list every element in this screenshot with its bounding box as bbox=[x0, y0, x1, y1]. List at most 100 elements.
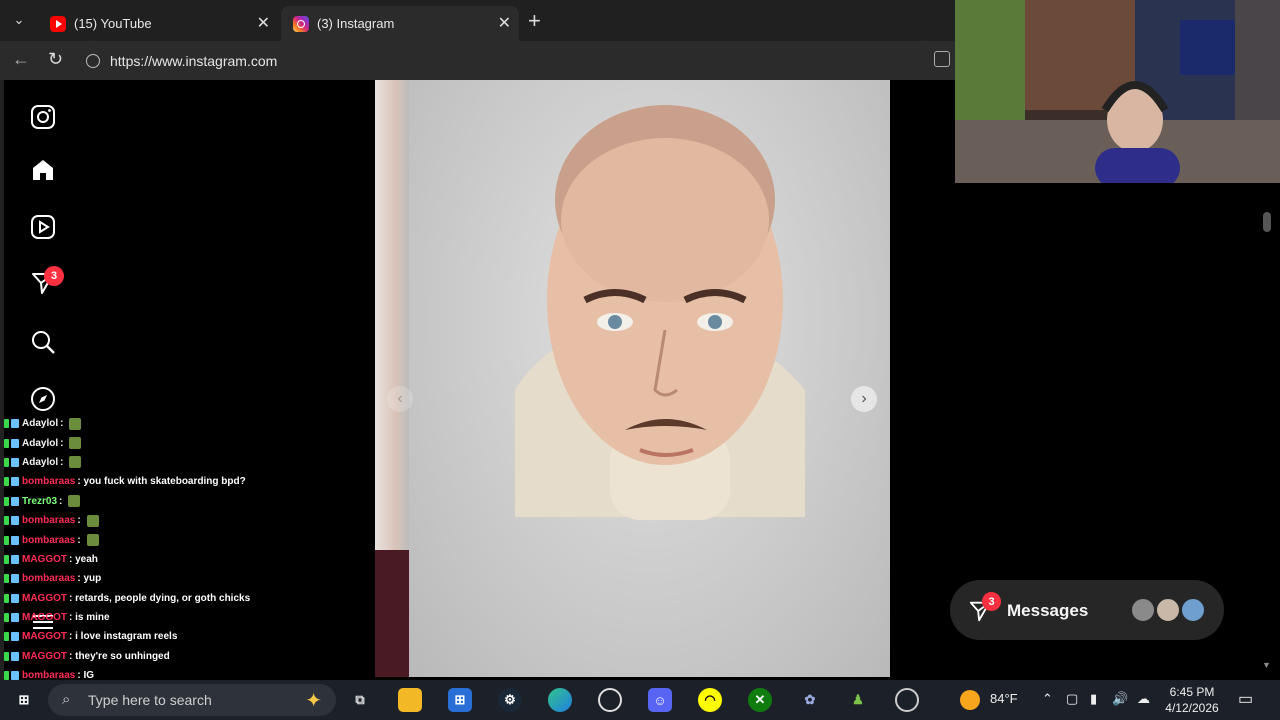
microsoft-store-icon[interactable]: ⊞ bbox=[448, 688, 472, 712]
chat-colon: : bbox=[60, 418, 64, 430]
chat-message: MAGGOT: is mine bbox=[4, 608, 364, 627]
badge-icon bbox=[11, 632, 19, 642]
obs-icon[interactable] bbox=[598, 688, 622, 712]
badge-icon bbox=[4, 671, 9, 681]
badge-icon bbox=[11, 535, 19, 545]
tab-label: (15) YouTube bbox=[74, 16, 152, 31]
chess-icon[interactable]: ♟ bbox=[846, 688, 870, 712]
emote-icon bbox=[69, 417, 82, 430]
previous-image-edge bbox=[375, 80, 409, 677]
volume-icon[interactable]: 🔊 bbox=[1112, 691, 1128, 707]
chat-username: bombaraas bbox=[22, 534, 76, 546]
badge-icon bbox=[11, 651, 19, 661]
home-icon[interactable] bbox=[28, 155, 58, 185]
mic-icon[interactable]: ▮ bbox=[1090, 691, 1097, 707]
tab-list-button[interactable]: ⌄ bbox=[6, 8, 32, 32]
portrait bbox=[515, 105, 805, 520]
address-bar[interactable]: https://www.instagram.com bbox=[78, 46, 938, 76]
network-icon[interactable]: ☁ bbox=[1137, 691, 1150, 707]
avatar bbox=[1130, 597, 1156, 623]
badge-icon bbox=[11, 438, 19, 448]
explore-icon[interactable] bbox=[28, 384, 58, 414]
page-scrollbar[interactable] bbox=[1263, 212, 1271, 232]
tab-instagram[interactable]: (3) Instagram ✕ bbox=[281, 6, 519, 41]
edge-icon[interactable] bbox=[548, 688, 572, 712]
chat-username: MAGGOT bbox=[22, 553, 67, 565]
close-icon[interactable]: ✕ bbox=[257, 13, 270, 33]
weather-icon[interactable] bbox=[960, 690, 980, 710]
stream-chat-overlay: Adaylol: Adaylol: Adaylol: bombaraas: you f… bbox=[4, 414, 364, 720]
recording-app-icon[interactable] bbox=[895, 688, 919, 712]
badge-icon bbox=[4, 496, 9, 506]
chat-text: : yup bbox=[77, 573, 102, 585]
chat-message: MAGGOT: they're so unhinged bbox=[4, 647, 364, 666]
new-tab-button[interactable]: + bbox=[528, 8, 541, 34]
badge-icon bbox=[11, 419, 19, 429]
chat-message: Adaylol: bbox=[4, 414, 364, 433]
chat-username: MAGGOT bbox=[22, 612, 67, 624]
notifications-icon[interactable]: ▭ bbox=[1238, 689, 1253, 709]
next-arrow-icon[interactable]: › bbox=[851, 386, 877, 412]
chat-message: Adaylol: bbox=[4, 453, 364, 472]
chat-username: Trezr03 bbox=[22, 495, 58, 507]
chat-text: : they're so unhinged bbox=[69, 650, 170, 662]
instagram-icon bbox=[293, 15, 309, 32]
avatar bbox=[1155, 597, 1181, 623]
chat-username: MAGGOT bbox=[22, 592, 67, 604]
chat-text: : you fuck with skateboarding bpd? bbox=[77, 476, 246, 488]
chat-username: Adaylol bbox=[22, 456, 59, 468]
badge-icon bbox=[11, 593, 19, 603]
tab-youtube[interactable]: (15) YouTube ✕ bbox=[38, 6, 278, 41]
badge-icon bbox=[11, 613, 19, 623]
badge-icon bbox=[11, 554, 19, 564]
extensions-icon[interactable] bbox=[934, 51, 950, 67]
messages-button[interactable]: 3 Messages bbox=[950, 580, 1224, 640]
reload-icon[interactable]: ↻ bbox=[48, 49, 63, 70]
search-icon: ⌕ bbox=[62, 691, 71, 708]
chat-colon: : bbox=[77, 515, 81, 527]
youtube-icon bbox=[50, 15, 66, 32]
chat-colon: : bbox=[77, 534, 81, 546]
badge-icon bbox=[4, 651, 9, 661]
time: 6:45 PM bbox=[1169, 685, 1215, 699]
clock[interactable]: 6:45 PM 4/12/2026 bbox=[1160, 684, 1224, 716]
taskbar-search[interactable]: ⌕ Type here to search ✦ bbox=[48, 684, 336, 716]
chat-username: bombaraas bbox=[22, 573, 76, 585]
previous-arrow-icon[interactable]: ‹ bbox=[387, 386, 413, 412]
meet-icon[interactable]: ▢ bbox=[1066, 691, 1078, 707]
badge-icon bbox=[4, 554, 9, 564]
messages-label: Messages bbox=[1007, 601, 1089, 620]
chevron-up-icon[interactable]: ⌃ bbox=[1042, 691, 1053, 707]
file-explorer-icon[interactable] bbox=[398, 688, 422, 712]
app-icon[interactable]: ✿ bbox=[798, 688, 822, 712]
chat-username: MAGGOT bbox=[22, 631, 67, 643]
chat-username: Adaylol bbox=[22, 418, 59, 430]
task-view-icon[interactable]: ⧉ bbox=[348, 688, 372, 712]
chat-username: Adaylol bbox=[22, 437, 59, 449]
weather-temp[interactable]: 84°F bbox=[990, 691, 1018, 706]
instagram-logo-icon[interactable] bbox=[28, 102, 58, 132]
close-icon[interactable]: ✕ bbox=[498, 13, 511, 33]
emote-icon bbox=[86, 514, 99, 527]
chat-text: : is mine bbox=[69, 612, 110, 624]
sparkle-icon: ✦ bbox=[305, 690, 322, 712]
chat-message: MAGGOT: yeah bbox=[4, 550, 364, 569]
xbox-icon[interactable]: ✕ bbox=[748, 688, 772, 712]
badge-icon bbox=[4, 438, 9, 448]
search-icon[interactable] bbox=[28, 327, 58, 357]
chat-username: MAGGOT bbox=[22, 650, 67, 662]
badge-icon bbox=[4, 535, 9, 545]
steam-icon[interactable]: ⚙ bbox=[498, 688, 522, 712]
avatar bbox=[1180, 597, 1206, 623]
reels-icon[interactable] bbox=[28, 212, 58, 242]
scroll-down-arrow[interactable]: ▼ bbox=[1262, 660, 1271, 670]
browser-toolbar: ← ↻ https://www.instagram.com bbox=[0, 41, 955, 80]
snapchat-icon[interactable]: ◠ bbox=[698, 688, 722, 712]
back-icon[interactable]: ← bbox=[12, 49, 30, 70]
badge-icon bbox=[4, 632, 9, 642]
windows-start-icon[interactable]: ⊞ bbox=[12, 688, 36, 712]
discord-icon[interactable]: ☺ bbox=[648, 688, 672, 712]
site-info-icon[interactable] bbox=[86, 54, 100, 68]
post-image[interactable]: ‹ › bbox=[375, 80, 890, 677]
chat-message: MAGGOT: retards, people dying, or goth c… bbox=[4, 589, 364, 608]
